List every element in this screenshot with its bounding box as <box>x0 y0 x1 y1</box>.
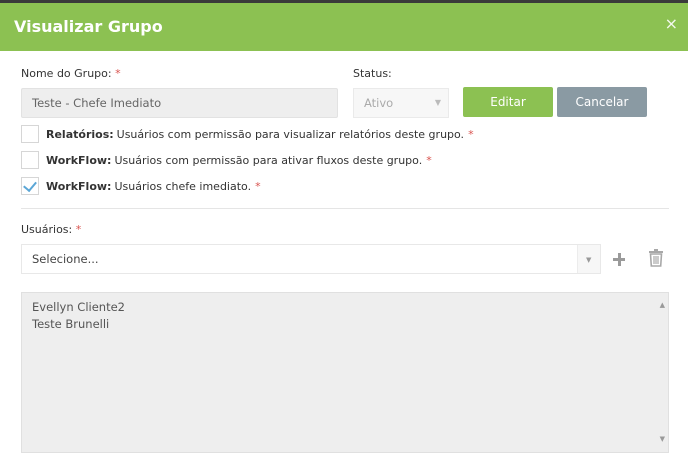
cancel-button[interactable]: Cancelar <box>557 87 647 117</box>
permission-description: Usuários com permissão para visualizar r… <box>116 127 465 141</box>
required-marker: * <box>255 179 261 193</box>
section-divider <box>21 208 669 209</box>
close-icon[interactable]: × <box>665 16 678 32</box>
permission-title: Relatórios: <box>46 127 114 141</box>
status-label: Status: <box>353 67 392 80</box>
permission-reports-checkbox[interactable] <box>21 125 39 143</box>
required-marker: * <box>468 127 474 141</box>
status-select[interactable]: Ativo ▼ <box>353 88 449 118</box>
users-label-text: Usuários: <box>21 223 73 236</box>
permission-description: Usuários com permissão para ativar fluxo… <box>114 153 423 167</box>
permission-manager-row: WorkFlow: Usuários chefe imediato. * <box>21 176 261 196</box>
required-marker: * <box>426 153 432 167</box>
permission-manager-checkbox[interactable] <box>21 177 39 195</box>
permission-title: WorkFlow: <box>46 179 112 193</box>
trash-icon[interactable] <box>648 249 666 269</box>
users-select-toggle[interactable]: ▼ <box>577 245 600 273</box>
users-list-item: Evellyn Cliente2 <box>32 300 125 314</box>
plus-icon[interactable] <box>611 249 629 269</box>
permission-title: WorkFlow: <box>46 153 112 167</box>
permission-workflow-row: WorkFlow: Usuários com permissão para at… <box>21 150 432 170</box>
chevron-down-icon: ▼ <box>586 256 592 264</box>
users-select-value: Selecione... <box>32 252 99 266</box>
required-marker: * <box>115 67 121 80</box>
status-value: Ativo <box>364 96 394 110</box>
users-list[interactable]: Evellyn Cliente2 Teste Brunelli ▲ ▼ <box>21 292 669 453</box>
edit-button[interactable]: Editar <box>463 87 553 117</box>
check-icon <box>23 177 37 193</box>
users-select[interactable]: Selecione... ▼ <box>21 244 601 274</box>
group-name-label-text: Nome do Grupo: <box>21 67 112 80</box>
group-name-field[interactable]: Teste - Chefe Imediato <box>21 88 338 118</box>
users-list-item: Teste Brunelli <box>32 317 110 331</box>
users-label: Usuários: * <box>21 223 81 236</box>
modal-title: Visualizar Grupo <box>14 17 163 36</box>
group-name-label: Nome do Grupo: * <box>21 67 121 80</box>
permission-reports-row: Relatórios: Usuários com permissão para … <box>21 124 474 144</box>
scroll-down-icon[interactable]: ▼ <box>660 431 665 448</box>
chevron-down-icon: ▼ <box>434 98 441 107</box>
required-marker: * <box>75 223 82 236</box>
scroll-up-icon[interactable]: ▲ <box>660 297 665 314</box>
modal-header: Visualizar Grupo × <box>0 3 688 51</box>
permission-description: Usuários chefe imediato. <box>114 179 252 193</box>
permission-workflow-checkbox[interactable] <box>21 151 39 169</box>
